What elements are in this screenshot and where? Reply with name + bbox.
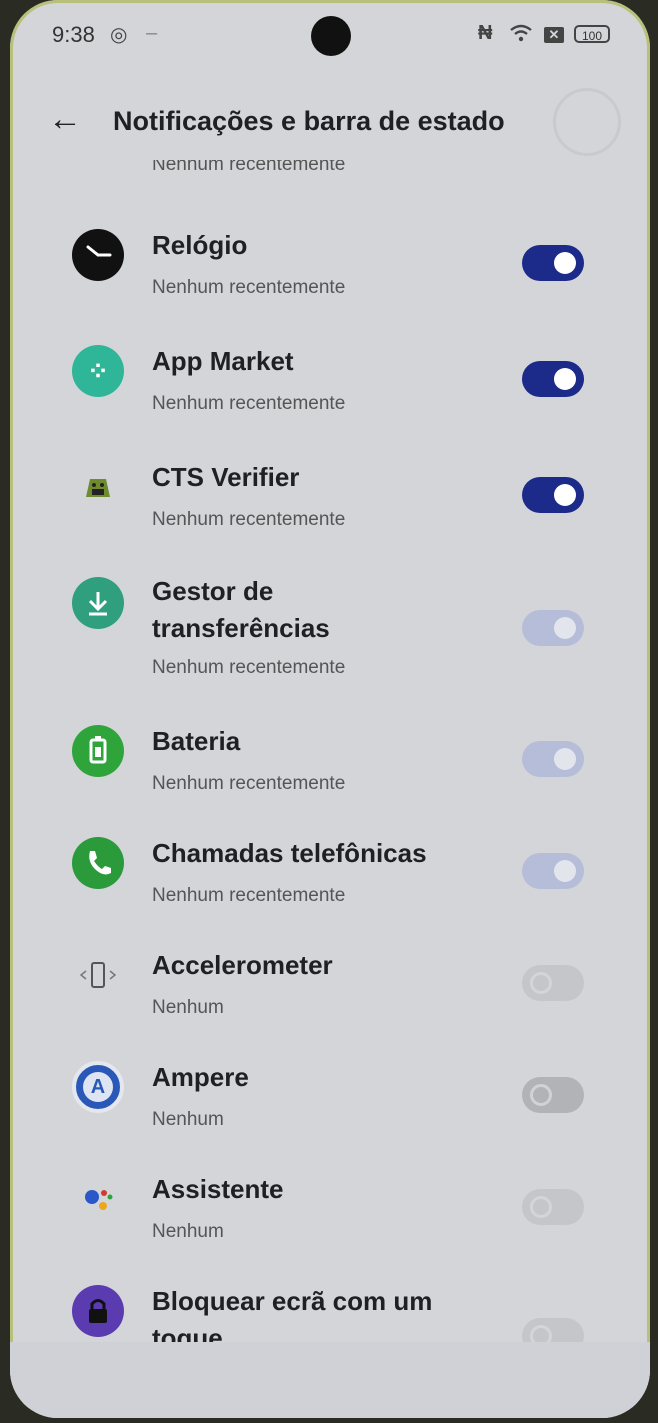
notification-toggle[interactable] — [522, 853, 584, 889]
page-title: Notificações e barra de estado — [113, 106, 505, 136]
app-subtitle: Nenhum recentemente — [152, 885, 346, 906]
notification-toggle[interactable] — [522, 610, 584, 646]
ampere-icon: A — [72, 1061, 124, 1113]
phone-screen: 9:38 ◎ – ₦ ✕ 100 ← Notificações e barra … — [10, 0, 650, 1418]
app-name: Gestor de transferências — [152, 576, 330, 643]
clock-icon — [72, 229, 124, 281]
notification-toggle[interactable] — [522, 1189, 584, 1225]
battery-app-icon — [72, 725, 124, 777]
status-bar: 9:38 ◎ – ₦ ✕ 100 — [10, 0, 650, 70]
download-icon — [72, 577, 124, 629]
app-subtitle: Nenhum — [152, 1109, 224, 1130]
app-subtitle: Nenhum recentemente — [152, 277, 346, 298]
phone-icon — [72, 837, 124, 889]
app-name: Ampere — [152, 1062, 249, 1092]
notification-toggle[interactable] — [522, 741, 584, 777]
app-subtitle: Nenhum recentemente — [152, 657, 346, 678]
notification-toggle[interactable] — [522, 1077, 584, 1113]
notification-toggle[interactable] — [522, 965, 584, 1001]
notification-toggle[interactable] — [522, 477, 584, 513]
app-subtitle: Nenhum — [152, 997, 224, 1018]
accelerometer-icon — [72, 949, 124, 1001]
assistant-icon — [72, 1173, 124, 1225]
app-bar: ← Notificações e barra de estado — [10, 80, 650, 160]
app-name: Assistente — [152, 1174, 284, 1204]
app-name: Chamadas telefônicas — [152, 838, 427, 868]
android-icon — [72, 461, 124, 513]
status-time: 9:38 — [52, 22, 95, 47]
app-name: Accelerometer — [152, 950, 333, 980]
app-subtitle: Nenhum recentemente — [152, 393, 346, 414]
app-subtitle: Nenhum recentemente — [152, 509, 346, 530]
dash-icon: – — [146, 22, 158, 44]
app-subtitle: Nenhum recentemente — [152, 773, 346, 794]
front-camera — [311, 16, 351, 56]
previous-item-subtitle: Nenhum recentemente — [152, 160, 346, 175]
app-name: CTS Verifier — [152, 462, 300, 492]
wifi-icon — [510, 24, 532, 42]
lock-icon — [72, 1285, 124, 1337]
app-name: App Market — [152, 346, 294, 376]
back-arrow-icon[interactable]: ← — [48, 100, 82, 139]
nfc-icon: ₦ — [478, 22, 493, 44]
battery-level: 100 — [581, 29, 603, 43]
app-name: Relógio — [152, 230, 248, 260]
navigation-bar — [10, 1342, 650, 1418]
notification-toggle[interactable] — [522, 245, 584, 281]
app-market-icon: ⁘ — [72, 345, 124, 397]
sim-icon: ✕ — [544, 27, 564, 43]
overlay-button[interactable] — [553, 88, 621, 156]
battery-icon: 100 — [574, 25, 610, 43]
app-subtitle: Nenhum — [152, 1221, 224, 1242]
vpn-icon: ◎ — [110, 24, 128, 46]
app-name: Bateria — [152, 726, 241, 756]
notification-toggle[interactable] — [522, 361, 584, 397]
